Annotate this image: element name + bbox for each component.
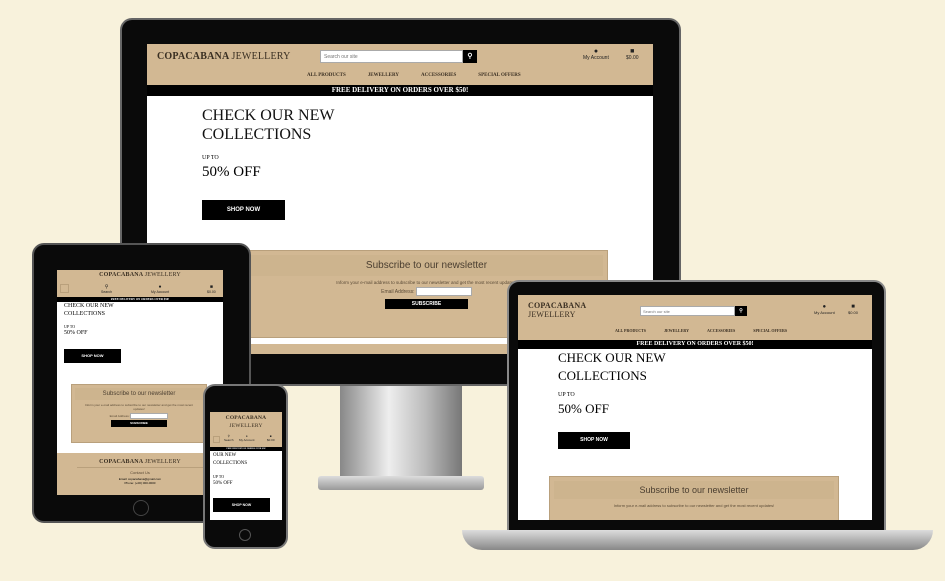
- nav-special-offers[interactable]: SPECIAL OFFERS: [478, 73, 520, 78]
- shop-now-button[interactable]: SHOP NOW: [558, 432, 630, 449]
- newsletter-title: Subscribe to our newsletter: [554, 481, 834, 499]
- search-input[interactable]: [320, 50, 463, 63]
- hero-title: CHECK OUR NEW COLLECTIONS: [558, 350, 666, 383]
- hero-title: CHECK OUR NEW COLLECTIONS: [202, 107, 335, 143]
- logo[interactable]: COPACABANA JEWELLERY: [157, 51, 291, 62]
- email-input[interactable]: [130, 413, 169, 419]
- delivery-banner: FREE DELIVERY ON ORDERS OVER $50!: [518, 340, 872, 349]
- hero-title: CHECK OUR NEW COLLECTIONS: [64, 303, 114, 317]
- newsletter-section: Subscribe to our newsletter Inform your …: [549, 476, 839, 520]
- tablet-screen: COPACABANA JEWELLERY ⚲ Search ● My Account…: [57, 270, 223, 495]
- account-link[interactable]: ● My Account: [583, 48, 609, 61]
- nav-all-products[interactable]: ALL PRODUCTS: [615, 328, 646, 333]
- nav-accessories[interactable]: ACCESSORIES: [707, 328, 735, 333]
- search-link[interactable]: ⚲ Search: [101, 284, 112, 294]
- search-button[interactable]: ⚲: [463, 50, 477, 63]
- bag-link[interactable]: ■ $0.00: [848, 304, 858, 315]
- account-link[interactable]: ● My Account: [814, 304, 835, 315]
- account-link[interactable]: ● My Account: [151, 284, 169, 294]
- nav-accessories[interactable]: ACCESSORIES: [421, 73, 456, 78]
- phone-screen: COPACABANA JEWELLERY ⚲ Search ● My Account …: [210, 412, 282, 520]
- hero-discount: 50% OFF: [64, 330, 88, 336]
- footer: COPACABANA JEWELLERY Contact Us Email: c…: [57, 453, 223, 495]
- user-icon: ●: [593, 48, 599, 55]
- nav-jewellery[interactable]: JEWELLERY: [368, 73, 399, 78]
- search-link[interactable]: ⚲ Search: [224, 434, 234, 442]
- newsletter-text: Inform your e-mail address to subscribe …: [613, 503, 775, 508]
- shop-now-button[interactable]: SHOP NOW: [64, 349, 121, 363]
- newsletter-title: Subscribe to our newsletter: [75, 388, 203, 400]
- main-nav: ALL PRODUCTS JEWELLERY ACCESSORIES SPECI…: [615, 328, 787, 333]
- email-label: Email Address:: [109, 413, 130, 418]
- nav-special-offers[interactable]: SPECIAL OFFERS: [753, 328, 787, 333]
- bag-link[interactable]: ■ $0.00: [267, 434, 275, 442]
- hero-discount: 50% OFF: [558, 401, 609, 416]
- bag-link[interactable]: ■ $0.00: [207, 284, 216, 294]
- shop-now-button[interactable]: SHOP NOW: [202, 200, 285, 220]
- account-link[interactable]: ● My Account: [239, 434, 255, 442]
- menu-button[interactable]: [60, 284, 69, 293]
- hero-upto: UP TO: [213, 474, 225, 479]
- shop-now-button[interactable]: SHOP NOW: [213, 498, 270, 512]
- tablet-home-button: [133, 500, 149, 516]
- email-label: Email Address:: [381, 288, 415, 295]
- desktop-stand-base: [318, 476, 484, 490]
- search-button[interactable]: ⚲: [735, 306, 747, 316]
- phone-home-button: [239, 529, 251, 541]
- email-input[interactable]: [415, 287, 472, 296]
- hero-discount: 50% OFF: [213, 481, 233, 486]
- bag-icon: ■: [630, 48, 635, 55]
- delivery-banner: FREE DELIVERY ON ORDERS OVER $50!: [147, 85, 653, 96]
- hero-discount: 50% OFF: [202, 164, 261, 180]
- hero-upto: UP TO: [64, 324, 76, 329]
- footer-contact: Contact Us: [130, 470, 150, 475]
- delivery-banner: FREE DELIVERY ON ORDERS OVER $50!: [210, 447, 282, 451]
- bag-link[interactable]: ■ $0.00: [626, 48, 639, 61]
- laptop-base: [462, 530, 933, 550]
- footer-phone: Phone: (+00) 000-0000: [124, 481, 156, 485]
- hero-upto: UP TO: [202, 155, 219, 161]
- nav-all-products[interactable]: ALL PRODUCTS: [307, 73, 346, 78]
- hero-upto: UP TO: [558, 392, 575, 398]
- newsletter-title: Subscribe to our newsletter: [250, 255, 603, 276]
- desktop-stand: [340, 386, 462, 478]
- laptop-screen: COPACABANAJEWELLERY ⚲ ●My Account ■$0.00…: [518, 295, 872, 520]
- search-input[interactable]: [640, 306, 735, 316]
- main-nav: ALL PRODUCTS JEWELLERY ACCESSORIES SPECI…: [307, 73, 521, 78]
- subscribe-button[interactable]: SUBSCRIBE: [111, 420, 167, 427]
- hero-title: OUR NEW COLLECTIONS: [213, 453, 248, 466]
- menu-button[interactable]: [213, 436, 220, 443]
- nav-jewellery[interactable]: JEWELLERY: [664, 328, 689, 333]
- newsletter-text: Inform your e-mail address to subscribe …: [84, 403, 194, 411]
- newsletter-section: Subscribe to our newsletter Inform your …: [71, 384, 207, 443]
- subscribe-button[interactable]: SUBSCRIBE: [385, 299, 468, 309]
